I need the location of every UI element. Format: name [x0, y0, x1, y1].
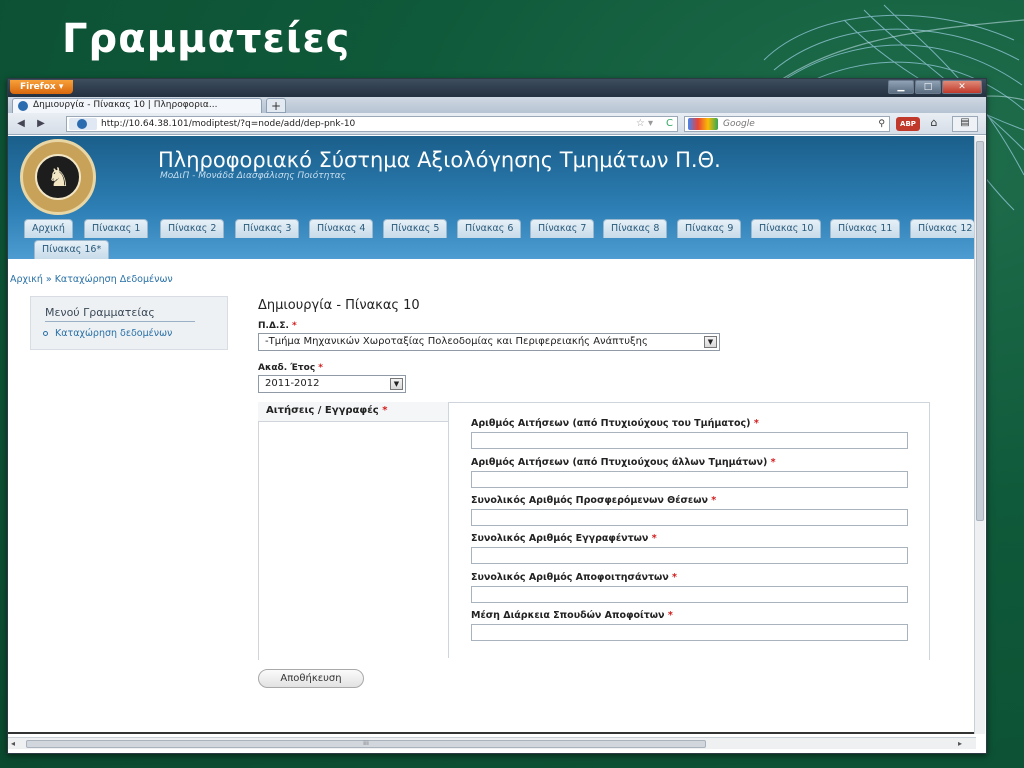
- maximize-icon[interactable]: □: [915, 80, 941, 94]
- field-label-applications-own: Αριθμός Αιτήσεων (από Πτυχιούχους του Τμ…: [471, 418, 759, 429]
- pds-label: Π.Δ.Σ. *: [258, 321, 297, 331]
- search-icon[interactable]: ⚲: [878, 117, 885, 131]
- scroll-right-icon[interactable]: ▸: [958, 739, 962, 748]
- menu-tab-pinakas-9[interactable]: Πίνακας 9: [677, 219, 742, 238]
- vertical-scroll-thumb[interactable]: [976, 141, 984, 521]
- pds-selected-value: -Τμήμα Μηχανικών Χωροταξίας Πολεοδομίας …: [265, 336, 648, 347]
- sidebar-menu: Μενού Γραμματείας Καταχώρηση δεδομένων: [30, 296, 228, 350]
- pds-select[interactable]: -Τμήμα Μηχανικών Χωροταξίας Πολεοδομίας …: [258, 333, 720, 351]
- breadcrumb[interactable]: Αρχική » Καταχώρηση Δεδομένων: [10, 274, 173, 285]
- slide-title: Γραμματείες: [62, 16, 351, 62]
- browser-tab-title: Δημιουργία - Πίνακας 10 | Πληροφορια...: [33, 100, 218, 110]
- field-label-enrolled: Συνολικός Αριθμός Εγγραφέντων *: [471, 533, 657, 544]
- site-slogan: ΜοΔιΠ - Μονάδα Διασφάλισης Ποιότητας: [160, 171, 346, 181]
- footer-divider: [8, 732, 976, 734]
- minimize-icon[interactable]: ▁: [888, 80, 914, 94]
- year-selected-value: 2011-2012: [265, 378, 320, 389]
- site-identity-icon[interactable]: [69, 118, 97, 130]
- page-viewport: ♞ Πληροφοριακό Σύστημα Αξιολόγησης Τμημά…: [8, 136, 976, 734]
- graduates-input[interactable]: [471, 586, 908, 603]
- menu-tab-pinakas-16[interactable]: Πίνακας 16*: [34, 240, 110, 259]
- menu-tab-pinakas-10[interactable]: Πίνακας 10: [751, 219, 822, 238]
- menu-tab-pinakas-3[interactable]: Πίνακας 3: [235, 219, 300, 238]
- menu-tab-pinakas-5[interactable]: Πίνακας 5: [383, 219, 448, 238]
- horizontal-scroll-thumb[interactable]: ⁞⁞⁞: [26, 740, 706, 748]
- chevron-down-icon[interactable]: ▼: [390, 378, 403, 390]
- field-label-applications-other: Αριθμός Αιτήσεων (από Πτυχιούχους άλλων …: [471, 457, 776, 468]
- browser-tabbar: Δημιουργία - Πίνακας 10 | Πληροφορια... …: [8, 97, 986, 113]
- field-label-mean-duration: Μέση Διάρκεια Σπουδών Αποφοίτων *: [471, 610, 673, 621]
- applications-own-input[interactable]: [471, 432, 908, 449]
- save-button[interactable]: Αποθήκευση: [258, 669, 364, 688]
- bookmarks-menu-icon[interactable]: ▤: [952, 116, 978, 132]
- menu-tab-pinakas-1[interactable]: Πίνακας 1: [84, 219, 149, 238]
- search-input[interactable]: Google ⚲: [684, 116, 890, 132]
- browser-navbar: ◀ ▶ http://10.64.38.101/modiptest/?q=nod…: [8, 113, 986, 135]
- firefox-menu-button[interactable]: Firefox ▾: [10, 80, 74, 94]
- applications-other-input[interactable]: [471, 471, 908, 488]
- home-icon[interactable]: ⌂: [924, 116, 944, 132]
- search-placeholder: Google: [723, 119, 755, 129]
- menu-tab-pinakas-11[interactable]: Πίνακας 11: [830, 219, 901, 238]
- bullet-icon: [43, 331, 48, 336]
- scroll-left-icon[interactable]: ◂: [11, 739, 15, 748]
- browser-window: Firefox ▾ ▁ □ ✕ Δημιουργία - Πίνακας 10 …: [7, 78, 987, 754]
- menu-tab-pinakas-2[interactable]: Πίνακας 2: [160, 219, 225, 238]
- close-icon[interactable]: ✕: [942, 80, 982, 94]
- page-title: Δημιουργία - Πίνακας 10: [258, 298, 420, 313]
- back-arrow-icon[interactable]: ◀: [12, 116, 30, 131]
- window-controls: ▁ □ ✕: [888, 80, 982, 94]
- menu-tab-pinakas-6[interactable]: Πίνακας 6: [457, 219, 522, 238]
- sidebar-title: Μενού Γραμματείας: [45, 306, 195, 322]
- vertical-tab-applications[interactable]: Αιτήσεις / Εγγραφές *: [258, 402, 449, 422]
- field-label-graduates: Συνολικός Αριθμός Αποφοιτησάντων *: [471, 572, 678, 583]
- search-engine-icon[interactable]: [688, 118, 718, 130]
- site-header: ♞ Πληροφοριακό Σύστημα Αξιολόγησης Τμημά…: [8, 136, 976, 259]
- address-bar-url: http://10.64.38.101/modiptest/?q=node/ad…: [101, 119, 356, 129]
- site-name[interactable]: Πληροφοριακό Σύστημα Αξιολόγησης Τμημάτω…: [158, 148, 721, 172]
- forward-arrow-icon[interactable]: ▶: [32, 116, 50, 131]
- year-label: Ακαδ. Έτος *: [258, 363, 324, 373]
- bookmark-star-icon[interactable]: ☆ ▾: [636, 117, 653, 131]
- field-label-offered-positions: Συνολικός Αριθμός Προσφερόμενων Θέσεων *: [471, 495, 717, 506]
- reload-icon[interactable]: C: [666, 117, 673, 131]
- year-select[interactable]: 2011-2012 ▼: [258, 375, 406, 393]
- address-bar[interactable]: http://10.64.38.101/modiptest/?q=node/ad…: [66, 116, 678, 132]
- menu-tab-home[interactable]: Αρχική: [24, 219, 73, 238]
- enrolled-input[interactable]: [471, 547, 908, 564]
- site-favicon-icon: [18, 101, 28, 111]
- menu-tab-pinakas-7[interactable]: Πίνακας 7: [530, 219, 595, 238]
- sidebar-item-label: Καταχώρηση δεδομένων: [55, 328, 173, 339]
- menu-tab-pinakas-12[interactable]: Πίνακας 12: [910, 219, 974, 238]
- vertical-scrollbar[interactable]: [974, 136, 985, 734]
- mean-duration-input[interactable]: [471, 624, 908, 641]
- menu-tab-pinakas-4[interactable]: Πίνακας 4: [309, 219, 374, 238]
- menu-tab-pinakas-8[interactable]: Πίνακας 8: [603, 219, 668, 238]
- adblock-icon[interactable]: ABP: [896, 117, 920, 131]
- vertical-tab-divider: [448, 422, 449, 658]
- horizontal-scrollbar[interactable]: ◂ ⁞⁞⁞ ▸: [8, 737, 976, 749]
- new-tab-button[interactable]: +: [266, 98, 286, 113]
- university-logo[interactable]: ♞: [20, 139, 96, 215]
- browser-titlebar: Firefox ▾ ▁ □ ✕: [8, 79, 986, 97]
- horse-emblem-icon: ♞: [47, 163, 71, 193]
- offered-positions-input[interactable]: [471, 509, 908, 526]
- sidebar-item-data-entry[interactable]: Καταχώρηση δεδομένων: [43, 328, 172, 339]
- browser-tab[interactable]: Δημιουργία - Πίνακας 10 | Πληροφορια...: [12, 98, 262, 113]
- chevron-down-icon[interactable]: ▼: [704, 336, 717, 348]
